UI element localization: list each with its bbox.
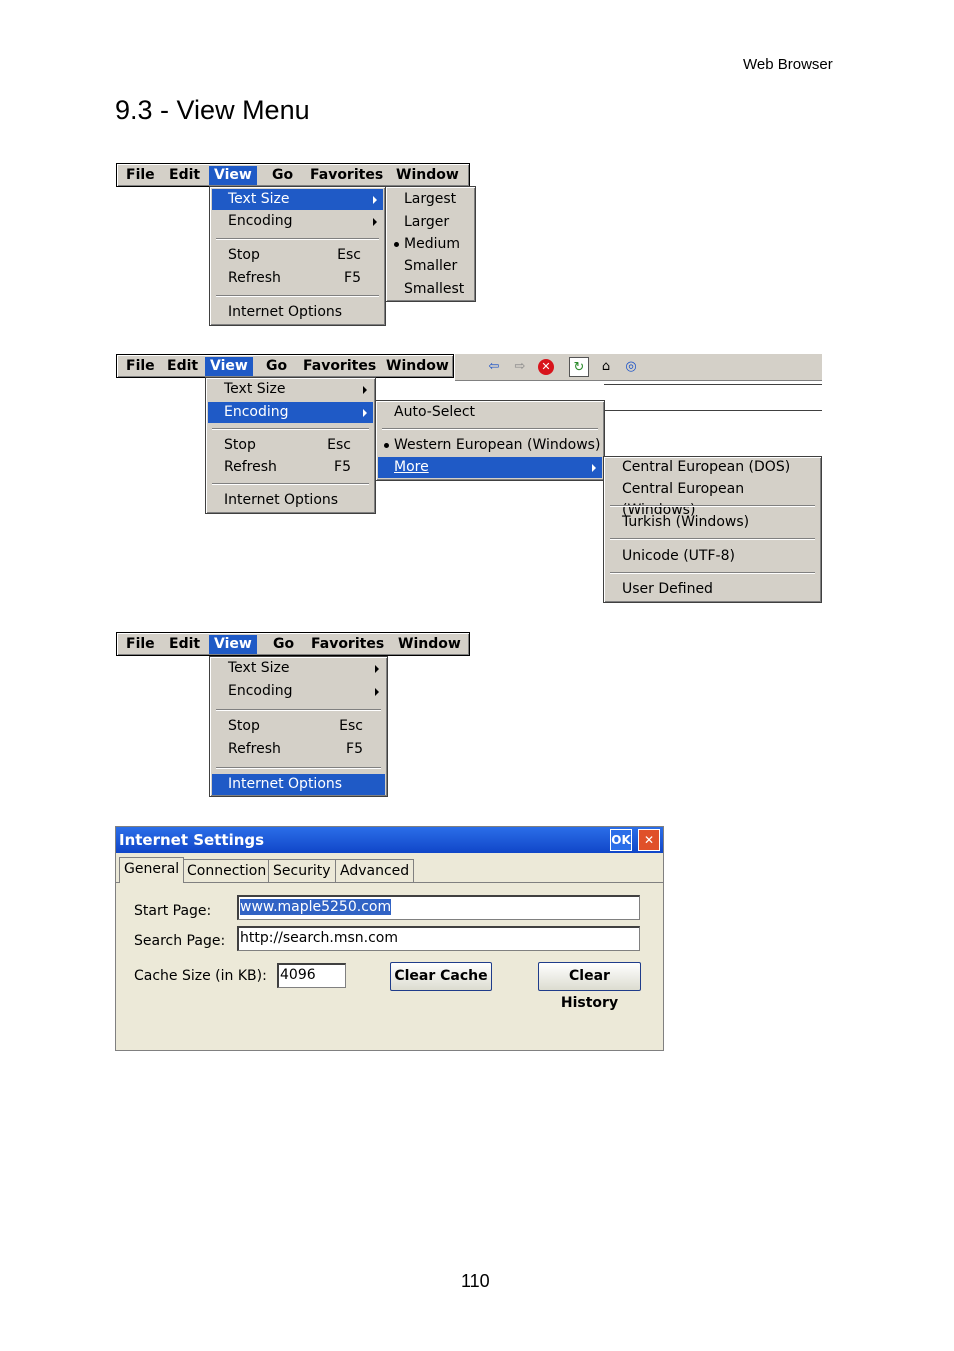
browser-toolbar: ⇦ ⇨ ✕ ↻ ⌂ ◎ — [455, 354, 822, 381]
cache-size-input[interactable]: 4096 — [277, 963, 346, 988]
menu-item-medium[interactable]: Medium — [388, 234, 473, 255]
start-page-label: Start Page: — [134, 903, 212, 919]
search-page-input[interactable]: http://search.msn.com — [237, 926, 640, 951]
menu-item-larger[interactable]: Larger — [388, 212, 473, 233]
cache-size-label: Cache Size (in KB): — [134, 968, 267, 984]
clear-cache-button[interactable]: Clear Cache — [390, 962, 492, 991]
page-number: 110 — [461, 1271, 490, 1291]
menu-item-refresh[interactable]: Refresh F5 — [208, 457, 373, 478]
menu-go[interactable]: Go — [267, 166, 298, 185]
menubar: File Edit View Go Favorites Window — [116, 163, 470, 187]
menu-favorites[interactable]: Favorites — [305, 166, 388, 185]
start-page-input[interactable]: www.maple5250.com — [237, 895, 640, 920]
tab-connection[interactable]: Connection — [182, 859, 272, 882]
menu-item-stop[interactable]: Stop Esc — [208, 435, 373, 456]
menu-item-encoding[interactable]: Encoding — [212, 681, 385, 702]
running-header: Web Browser — [743, 56, 833, 73]
home-icon[interactable]: ⌂ — [596, 357, 616, 377]
menu-window[interactable]: Window — [381, 357, 454, 376]
menu-go[interactable]: Go — [261, 357, 292, 376]
tab-security[interactable]: Security — [268, 859, 336, 882]
menubar: File Edit View Go Favorites Window — [116, 632, 470, 656]
menu-item-central-european-windows[interactable]: Central European (Windows) — [606, 479, 819, 518]
menu-item-stop[interactable]: Stop Esc — [212, 716, 385, 737]
refresh-icon[interactable]: ↻ — [569, 357, 589, 377]
menu-item-refresh[interactable]: Refresh F5 — [212, 268, 383, 289]
encoding-submenu: Auto-Select Western European (Windows) M… — [375, 400, 605, 481]
clear-history-button[interactable]: Clear History — [538, 962, 641, 1011]
menu-view[interactable]: View — [205, 357, 253, 376]
menu-item-smallest[interactable]: Smallest — [388, 279, 473, 300]
internet-settings-dialog: Internet Settings OK ✕ General Connectio… — [115, 826, 664, 1051]
view-menu: Text Size Encoding Stop Esc Refresh F5 Int… — [209, 656, 388, 797]
close-icon[interactable]: ✕ — [638, 829, 660, 851]
menu-window[interactable]: Window — [391, 166, 464, 185]
menu-favorites[interactable]: Favorites — [306, 635, 389, 654]
menu-item-encoding[interactable]: Encoding — [212, 211, 383, 232]
ok-button[interactable]: OK — [610, 829, 632, 851]
menu-favorites[interactable]: Favorites — [298, 357, 381, 376]
menu-item-western-european[interactable]: Western European (Windows) — [378, 435, 602, 456]
dialog-title: Internet Settings — [119, 831, 265, 849]
forward-arrow-icon[interactable]: ⇨ — [510, 357, 530, 377]
menu-item-text-size[interactable]: Text Size — [212, 658, 385, 679]
menu-view[interactable]: View — [209, 166, 257, 185]
tab-general[interactable]: General — [119, 857, 185, 883]
dialog-titlebar: Internet Settings — [116, 827, 663, 853]
menu-item-text-size[interactable]: Text Size — [208, 379, 373, 400]
selected-bullet-icon — [394, 242, 399, 247]
menu-go[interactable]: Go — [268, 635, 299, 654]
menu-item-encoding[interactable]: Encoding — [208, 402, 373, 423]
menu-item-largest[interactable]: Largest — [388, 189, 473, 210]
menubar: File Edit View Go Favorites Window — [116, 354, 454, 378]
menu-item-internet-options[interactable]: Internet Options — [212, 302, 383, 323]
menu-edit[interactable]: Edit — [162, 357, 203, 376]
tab-advanced[interactable]: Advanced — [335, 859, 415, 882]
menu-item-turkish[interactable]: Turkish (Windows) — [606, 512, 819, 533]
view-menu: Text Size Encoding Stop Esc Refresh F5 Int… — [209, 186, 386, 326]
menu-file[interactable]: File — [121, 635, 160, 654]
text-size-submenu: Largest Larger Medium Smaller Smallest — [385, 186, 476, 302]
menu-item-user-defined[interactable]: User Defined — [606, 579, 819, 600]
menu-edit[interactable]: Edit — [164, 166, 205, 185]
menu-file[interactable]: File — [121, 166, 160, 185]
menu-item-refresh[interactable]: Refresh F5 — [212, 739, 385, 760]
menu-item-text-size[interactable]: Text Size — [212, 189, 383, 210]
menu-item-more[interactable]: More — [378, 457, 602, 478]
menu-edit[interactable]: Edit — [164, 635, 205, 654]
menu-item-unicode[interactable]: Unicode (UTF-8) — [606, 546, 819, 567]
menu-item-stop[interactable]: Stop Esc — [212, 245, 383, 266]
more-submenu: Central European (DOS) Central European … — [603, 456, 822, 603]
search-page-label: Search Page: — [134, 933, 226, 949]
stop-icon[interactable]: ✕ — [536, 357, 556, 377]
page-title: 9.3 - View Menu — [115, 95, 310, 125]
selected-bullet-icon — [384, 443, 389, 448]
back-arrow-icon[interactable]: ⇦ — [484, 357, 504, 377]
menu-item-smaller[interactable]: Smaller — [388, 256, 473, 277]
menu-item-central-european-dos[interactable]: Central European (DOS) — [606, 457, 819, 478]
menu-item-auto-select[interactable]: Auto-Select — [378, 402, 602, 423]
view-menu: Text Size Encoding Stop Esc Refresh F5 Int… — [205, 377, 376, 514]
menu-file[interactable]: File — [121, 357, 160, 376]
menu-item-internet-options[interactable]: Internet Options — [212, 774, 385, 795]
menu-item-internet-options[interactable]: Internet Options — [208, 490, 373, 511]
search-icon[interactable]: ◎ — [621, 357, 641, 377]
menu-window[interactable]: Window — [393, 635, 466, 654]
menu-view[interactable]: View — [209, 635, 257, 654]
